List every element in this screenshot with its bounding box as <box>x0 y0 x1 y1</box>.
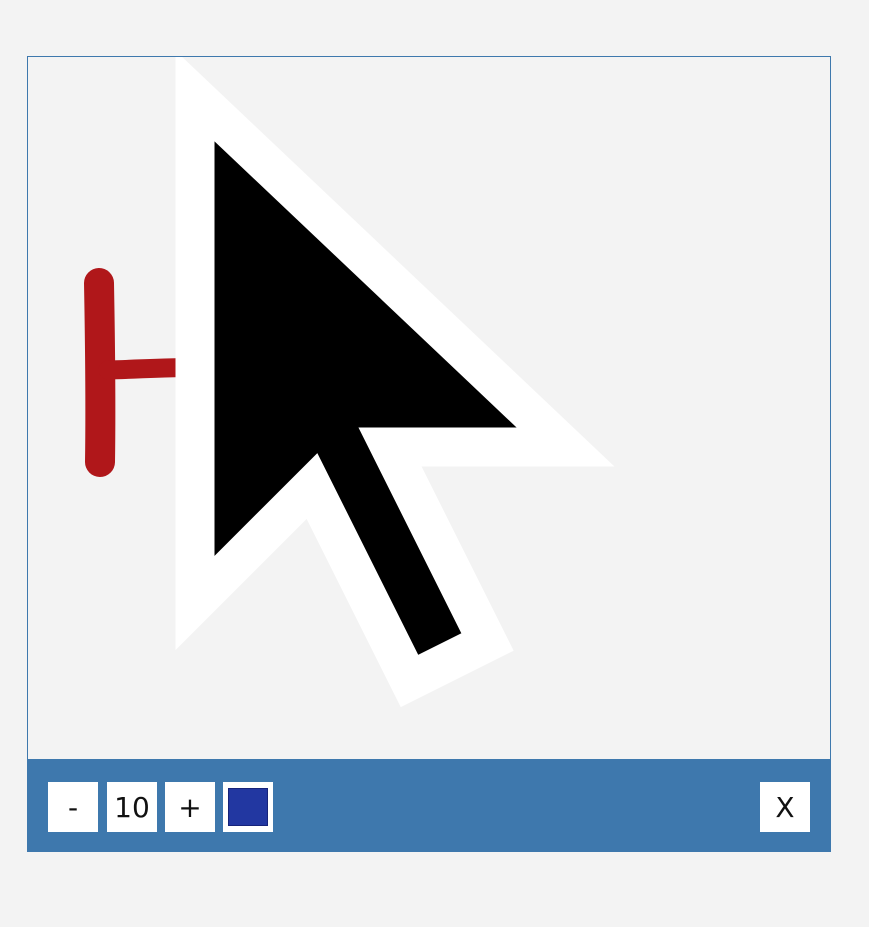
color-swatch <box>228 788 268 826</box>
drawing-toolbar: - 10 + X <box>28 759 830 851</box>
decrease-size-button[interactable]: - <box>48 782 98 832</box>
close-button[interactable]: X <box>760 782 810 832</box>
increase-size-button[interactable]: + <box>165 782 215 832</box>
color-picker-button[interactable] <box>223 782 273 832</box>
drawing-panel: - 10 + X <box>27 56 831 852</box>
mouse-cursor-icon <box>175 57 615 708</box>
drawing-canvas[interactable] <box>28 57 830 759</box>
brush-size-value: 10 <box>107 782 157 832</box>
